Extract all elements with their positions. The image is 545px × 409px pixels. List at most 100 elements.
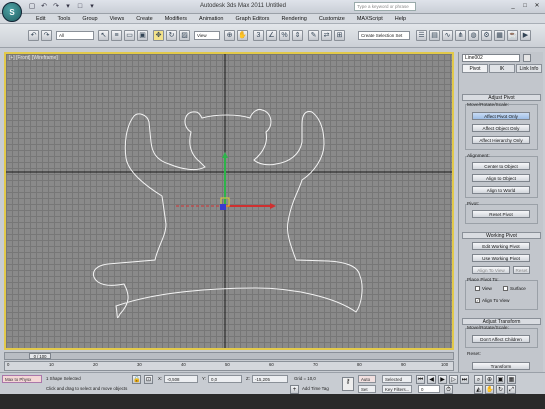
y-coordinate-field[interactable]: 0,0	[208, 375, 242, 383]
time-tag-icon[interactable]: +	[290, 385, 299, 394]
orbit-icon[interactable]: ↻	[496, 385, 505, 394]
object-color-swatch[interactable]	[523, 54, 531, 62]
align-to-object-button[interactable]: Align to Object	[472, 174, 530, 182]
zoom-extents-icon[interactable]: ▣	[496, 375, 505, 384]
z-coordinate-field[interactable]: -15,205	[252, 375, 288, 383]
percent-snap-icon[interactable]: %	[279, 30, 290, 41]
rollout-adjust-pivot[interactable]: Adjust Pivot	[462, 94, 541, 101]
selection-filter-dropdown[interactable]: All	[56, 31, 94, 40]
rollout-working-pivot[interactable]: Working Pivot	[462, 232, 541, 239]
zoom-all-icon[interactable]: ⊕	[485, 375, 494, 384]
pan-view-icon[interactable]: ✋	[485, 385, 494, 394]
tab-pivot[interactable]: Pivot	[462, 64, 488, 73]
play-icon[interactable]: ▶	[438, 375, 447, 384]
go-to-end-icon[interactable]: ⏭	[460, 375, 469, 384]
x-coordinate-field[interactable]: -0,508	[164, 375, 198, 383]
scale-icon[interactable]: ▨	[179, 30, 190, 41]
graphite-ribbon-icon[interactable]: ▤	[429, 30, 440, 41]
tab-ik[interactable]: IK	[489, 64, 515, 73]
curve-editor-icon[interactable]: ∿	[442, 30, 453, 41]
add-time-tag-button[interactable]: Add Time Tag	[302, 386, 329, 391]
set-key-button[interactable]: Set Key	[358, 385, 376, 399]
minimize-button[interactable]: _	[508, 2, 518, 11]
material-editor-icon[interactable]: ◍	[468, 30, 479, 41]
center-to-object-button[interactable]: Center to Object	[472, 162, 530, 170]
menu-create[interactable]: Create	[130, 15, 159, 23]
select-by-name-icon[interactable]: ≡	[111, 30, 122, 41]
window-crossing-icon[interactable]: ▣	[137, 30, 148, 41]
render-setup-icon[interactable]: ⚙	[481, 30, 492, 41]
menu-help[interactable]: Help	[389, 15, 412, 23]
menu-edit[interactable]: Edit	[30, 15, 51, 23]
previous-frame-icon[interactable]: ◀	[427, 375, 436, 384]
spinner-snap-icon[interactable]: ⇕	[292, 30, 303, 41]
new-file-icon[interactable]: ▢	[28, 3, 36, 11]
affect-object-only-button[interactable]: Affect Object Only	[472, 124, 530, 132]
angle-snap-icon[interactable]: ∠	[266, 30, 277, 41]
layer-manager-icon[interactable]: ☰	[416, 30, 427, 41]
lock-selection-icon[interactable]: 🔒	[132, 375, 141, 384]
menu-modifiers[interactable]: Modifiers	[159, 15, 193, 23]
edit-named-selection-icon[interactable]: ✎	[308, 30, 319, 41]
align-to-view-checkbox[interactable]: ✓ Align To View	[475, 298, 509, 304]
project-folder-icon[interactable]: □	[76, 3, 84, 11]
menu-maxscript[interactable]: MAXScript	[351, 15, 389, 23]
select-object-icon[interactable]: ↖	[98, 30, 109, 41]
menu-animation[interactable]: Animation	[193, 15, 229, 23]
menu-customize[interactable]: Customize	[313, 15, 351, 23]
app-logo-icon[interactable]: S	[2, 2, 22, 22]
affect-hierarchy-only-button[interactable]: Affect Hierarchy Only	[472, 136, 530, 144]
reference-coordinate-dropdown[interactable]: View	[194, 31, 220, 40]
dont-affect-children-button[interactable]: Don't Affect Children	[472, 335, 530, 343]
tab-link-info[interactable]: Link Info	[516, 64, 542, 73]
selected-dropdown[interactable]: Selected	[382, 375, 412, 383]
align-to-view-button[interactable]: Align To View	[472, 266, 510, 274]
set-key-icon[interactable]: ⚷	[342, 377, 354, 391]
key-filters-button[interactable]: Key Filters...	[382, 385, 412, 393]
close-button[interactable]: ✕	[532, 2, 542, 11]
redo-icon[interactable]: ↷	[41, 30, 52, 41]
menu-rendering[interactable]: Rendering	[275, 15, 312, 23]
transform-button[interactable]: Transform	[472, 362, 530, 370]
time-slider-thumb[interactable]: 0 / 100	[29, 353, 51, 359]
edit-working-pivot-button[interactable]: Edit Working Pivot	[472, 242, 530, 250]
dropdown-icon[interactable]: ▾	[64, 3, 72, 11]
object-name-field[interactable]: Line002	[462, 54, 520, 62]
align-icon[interactable]: ⊞	[334, 30, 345, 41]
align-to-world-button[interactable]: Align to World	[472, 186, 530, 194]
schematic-view-icon[interactable]: ⋔	[455, 30, 466, 41]
use-working-pivot-button[interactable]: Use Working Pivot	[472, 254, 530, 262]
field-of-view-icon[interactable]: ◭	[474, 385, 483, 394]
mirror-icon[interactable]: ⇄	[321, 30, 332, 41]
view-checkbox[interactable]: View	[475, 286, 492, 292]
chevron-down-icon[interactable]: ▾	[88, 3, 96, 11]
snap-toggle-icon[interactable]: 3	[253, 30, 264, 41]
maxscript-listener-field[interactable]: Max to Physx	[2, 375, 42, 383]
menu-tools[interactable]: Tools	[51, 15, 76, 23]
affect-pivot-only-button[interactable]: Affect Pivot Only	[472, 112, 530, 120]
time-config-icon[interactable]: ⏱	[444, 385, 453, 394]
current-frame-field[interactable]: 0	[418, 385, 440, 393]
rendered-frame-icon[interactable]: ▦	[494, 30, 505, 41]
menu-views[interactable]: Views	[104, 15, 131, 23]
reset-working-pivot-button[interactable]: Reset	[513, 266, 530, 274]
undo-icon[interactable]: ↶	[28, 30, 39, 41]
render-production-icon[interactable]: ☕	[507, 30, 518, 41]
front-viewport[interactable]: [+] [Front] [Wireframe]	[4, 52, 454, 350]
teddy-bear-shape[interactable]	[92, 109, 363, 319]
reset-pivot-button[interactable]: Reset Pivot	[472, 210, 530, 218]
absolute-mode-icon[interactable]: ⊡	[144, 375, 153, 384]
trackbar[interactable]: 0 10 20 30 40 50 60 70 80 90 100	[4, 361, 454, 371]
time-slider[interactable]: 0 / 100	[4, 352, 454, 360]
surface-checkbox[interactable]: Surface	[503, 286, 526, 292]
named-selection-sets-dropdown[interactable]: Create Selection Set	[358, 31, 410, 40]
rollout-adjust-transform[interactable]: Adjust Transform	[462, 318, 541, 325]
search-input[interactable]: Type a keyword or phrase	[354, 2, 416, 11]
auto-key-button[interactable]: Auto Key	[358, 375, 376, 389]
maximize-viewport-icon[interactable]: ⤢	[507, 385, 516, 394]
menu-graph-editors[interactable]: Graph Editors	[230, 15, 276, 23]
maximize-button[interactable]: □	[520, 2, 530, 11]
viewport-label[interactable]: [+] [Front] [Wireframe]	[9, 55, 58, 61]
move-icon[interactable]: ✥	[153, 30, 164, 41]
next-frame-icon[interactable]: ▷	[449, 375, 458, 384]
